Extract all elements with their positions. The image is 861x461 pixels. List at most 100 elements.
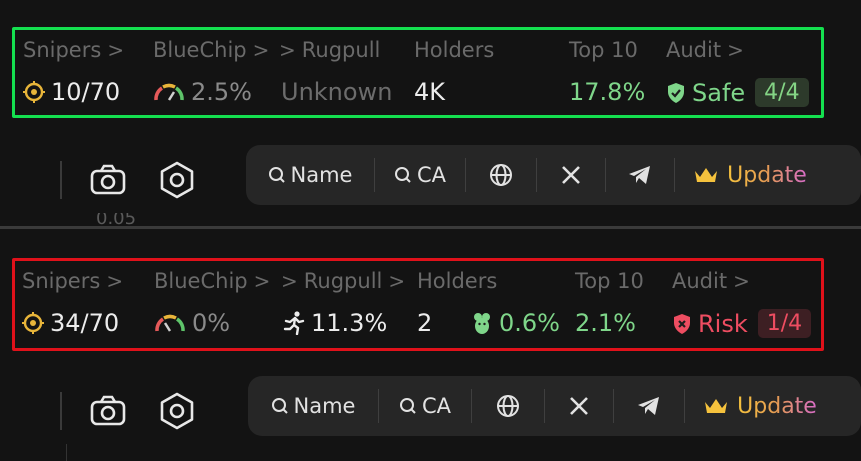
top10-header: Top 10	[569, 38, 638, 62]
search-name-button[interactable]: Name	[246, 145, 374, 205]
snipers-count: 34/70	[50, 309, 120, 337]
search-icon	[268, 166, 286, 184]
top10-label: Top 10	[569, 38, 638, 62]
search-ca-label: CA	[416, 163, 447, 187]
rugpull-value: Unknown	[281, 78, 392, 106]
telegram-button[interactable]	[606, 145, 674, 205]
gauge-icon	[153, 82, 185, 102]
top10-label: Top 10	[575, 269, 644, 293]
audit-status: Risk	[698, 309, 748, 338]
audit-label: Audit	[666, 38, 722, 62]
rugpull-status: Unknown	[281, 78, 393, 106]
website-button[interactable]	[472, 376, 544, 436]
telegram-button[interactable]	[614, 376, 684, 436]
quick-links-bar: Name CA Update	[246, 145, 861, 205]
snipers-value: 10/70	[23, 78, 120, 106]
chevron-right-icon: >	[279, 38, 296, 62]
telegram-icon	[628, 164, 652, 186]
rugpull-header[interactable]: > Rugpull >	[281, 269, 405, 293]
update-button[interactable]: Update	[685, 376, 835, 436]
search-icon	[271, 397, 289, 415]
snipers-value: 34/70	[22, 309, 119, 337]
rugpull-header[interactable]: > Rugpull	[279, 38, 380, 62]
website-button[interactable]	[466, 145, 536, 205]
search-ca-button[interactable]: CA	[379, 376, 471, 436]
holders-value: 2	[417, 309, 432, 337]
chevron-right-icon: >	[388, 269, 406, 293]
partial-price-text: 0.05	[96, 213, 137, 225]
search-name-label: Name	[293, 394, 356, 418]
token-card-safe: Snipers > 10/70 BlueChip > 2.5% > Rugpul…	[0, 0, 861, 228]
divider	[60, 392, 62, 430]
bluechip-label: BlueChip	[154, 269, 248, 293]
bluechip-label: BlueChip	[153, 38, 247, 62]
snipers-label: Snipers	[22, 269, 101, 293]
search-ca-label: CA	[421, 394, 452, 418]
shield-x-icon	[672, 313, 692, 335]
x-twitter-button[interactable]	[545, 376, 613, 436]
chevron-right-icon: >	[253, 269, 271, 293]
crown-icon	[703, 396, 729, 416]
rugpull-value: 11.3%	[283, 309, 387, 337]
snipers-label: Snipers	[23, 38, 102, 62]
search-icon	[399, 397, 417, 415]
globe-icon	[496, 394, 520, 418]
audit-value: Safe 4/4	[666, 78, 809, 107]
runner-icon	[283, 311, 305, 335]
update-label: Update	[727, 162, 807, 188]
toolbar-row: Name CA Update	[0, 143, 861, 213]
telegram-icon	[637, 395, 661, 417]
audit-header[interactable]: Audit >	[672, 269, 750, 293]
top10-value: 17.8%	[569, 78, 645, 106]
globe-icon	[489, 163, 513, 187]
hexagon-settings-icon[interactable]	[158, 392, 196, 430]
search-name-button[interactable]: Name	[248, 376, 378, 436]
holders-count: 4K	[414, 78, 446, 106]
camera-icon[interactable]	[89, 392, 127, 430]
rugpull-label: Rugpull	[301, 38, 381, 62]
chevron-right-icon: >	[252, 38, 270, 62]
chevron-right-icon: >	[727, 38, 744, 62]
audit-score-badge: 1/4	[757, 309, 812, 338]
toolbar-row: Name CA Update	[0, 374, 861, 444]
chevron-right-icon: >	[107, 38, 125, 62]
snipers-header[interactable]: Snipers >	[23, 38, 124, 62]
holders-label: Holders	[417, 269, 498, 293]
camera-icon[interactable]	[89, 161, 127, 199]
target-icon	[23, 81, 45, 103]
crown-icon	[693, 165, 719, 185]
x-logo-icon	[560, 164, 582, 186]
shield-check-icon	[666, 82, 686, 104]
divider	[60, 161, 62, 199]
bluechip-percent: 2.5%	[191, 78, 252, 106]
holders-count: 2	[417, 309, 433, 337]
top10-percent: 2.1%	[575, 309, 636, 337]
audit-value: Risk 1/4	[672, 309, 812, 338]
quick-links-bar: Name CA Update	[248, 376, 861, 436]
audit-header[interactable]: Audit >	[666, 38, 744, 62]
rat-icon	[471, 311, 493, 335]
target-icon	[22, 312, 44, 334]
search-ca-button[interactable]: CA	[375, 145, 465, 205]
hexagon-settings-icon[interactable]	[158, 161, 196, 199]
stats-box-safe: Snipers > 10/70 BlueChip > 2.5% > Rugpul…	[12, 27, 824, 118]
holders-header: Holders	[417, 269, 497, 293]
divider	[66, 444, 67, 461]
search-name-label: Name	[290, 163, 353, 187]
bluechip-percent: 0%	[192, 309, 231, 337]
bluechip-value: 0%	[154, 309, 230, 337]
token-card-risk: Snipers > 34/70 BlueChip > 0% > Rugpull …	[0, 229, 861, 461]
update-button[interactable]: Update	[675, 145, 825, 205]
x-twitter-button[interactable]	[537, 145, 605, 205]
search-icon	[394, 166, 412, 184]
bluechip-header[interactable]: BlueChip >	[154, 269, 270, 293]
stats-box-risk: Snipers > 34/70 BlueChip > 0% > Rugpull …	[12, 258, 824, 351]
top10-header: Top 10	[575, 269, 644, 293]
chevron-right-icon: >	[733, 269, 750, 293]
bluechip-header[interactable]: BlueChip >	[153, 38, 269, 62]
top10-value: 2.1%	[575, 309, 636, 337]
chevron-right-icon: >	[106, 269, 124, 293]
gauge-icon	[154, 313, 186, 333]
rugpull-percent: 11.3%	[311, 309, 388, 337]
snipers-header[interactable]: Snipers >	[22, 269, 123, 293]
